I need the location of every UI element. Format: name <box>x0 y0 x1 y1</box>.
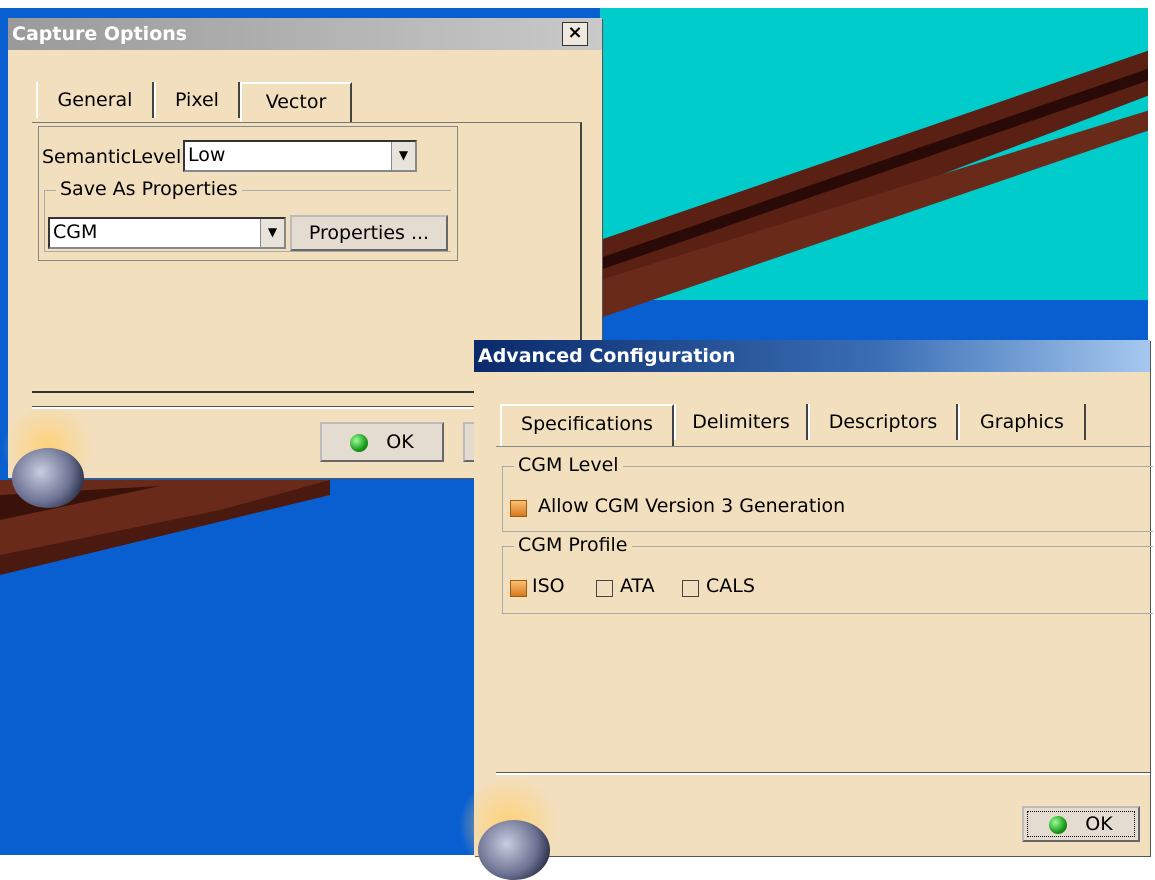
cgm-level-label: CGM Level <box>514 454 623 476</box>
format-select[interactable]: CGM ▼ <box>48 217 286 249</box>
capture-options-title: Capture Options <box>12 23 188 45</box>
advanced-ok-label: OK <box>1085 813 1113 835</box>
properties-button[interactable]: Properties ... <box>290 215 448 251</box>
dropdown-arrow-icon[interactable]: ▼ <box>260 219 284 247</box>
tab-general[interactable]: General <box>36 82 154 118</box>
catia-logo-icon <box>12 448 84 508</box>
cals-label: CALS <box>706 575 755 597</box>
catia-logo-icon <box>478 820 550 880</box>
capture-ok-button[interactable]: OK <box>320 422 444 462</box>
format-value: CGM <box>53 221 98 243</box>
advanced-configuration-dialog: Advanced Configuration Specifications De… <box>454 340 1153 880</box>
ok-green-dot-icon <box>1049 815 1068 834</box>
ata-label: ATA <box>620 575 655 597</box>
tab-descriptors[interactable]: Descriptors <box>808 404 958 440</box>
iso-checkbox[interactable] <box>510 580 527 597</box>
advanced-configuration-title: Advanced Configuration <box>478 345 736 367</box>
close-icon[interactable]: × <box>562 22 588 46</box>
tab-pixel[interactable]: Pixel <box>154 82 240 118</box>
save-as-properties-label: Save As Properties <box>56 178 242 200</box>
top-strip <box>0 0 1155 8</box>
iso-label: ISO <box>532 575 565 597</box>
semantic-level-value: Low <box>188 144 226 166</box>
cgm-profile-label: CGM Profile <box>514 534 632 556</box>
advanced-separator <box>496 772 1150 775</box>
capture-ok-label: OK <box>386 431 414 453</box>
tab-graphics[interactable]: Graphics <box>958 404 1086 440</box>
semantic-level-select[interactable]: Low ▼ <box>183 140 417 172</box>
cals-checkbox[interactable] <box>682 580 699 597</box>
ata-checkbox[interactable] <box>596 580 613 597</box>
dropdown-arrow-icon[interactable]: ▼ <box>391 142 415 170</box>
tab-delimiters[interactable]: Delimiters <box>674 404 808 440</box>
advanced-ok-button[interactable]: OK <box>1022 806 1140 842</box>
advanced-configuration-titlebar[interactable]: Advanced Configuration <box>474 340 1150 372</box>
capture-options-titlebar[interactable]: Capture Options <box>8 18 602 50</box>
ok-green-dot-icon <box>350 433 369 452</box>
semantic-level-label: SemanticLevel <box>42 146 182 168</box>
tab-specifications[interactable]: Specifications <box>500 404 674 446</box>
allow-v3-label: Allow CGM Version 3 Generation <box>538 495 846 517</box>
tab-vector[interactable]: Vector <box>240 82 352 122</box>
specifications-panel-top <box>496 446 1150 447</box>
allow-v3-checkbox[interactable] <box>510 500 527 517</box>
